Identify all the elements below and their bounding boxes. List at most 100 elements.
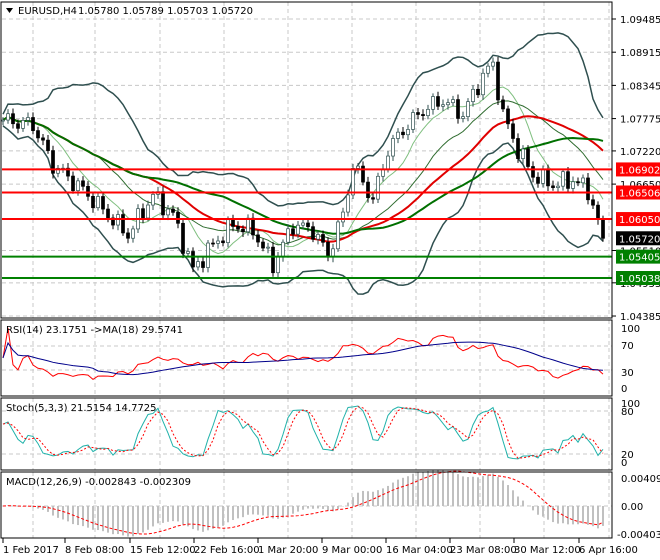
candle-body[interactable] — [236, 226, 240, 230]
candle-body[interactable] — [476, 88, 480, 96]
candle-body[interactable] — [246, 217, 250, 233]
candle-body[interactable] — [351, 168, 355, 196]
candle-body[interactable] — [596, 204, 600, 220]
candle-body[interactable] — [26, 117, 30, 121]
candle-body[interactable] — [506, 108, 510, 125]
candle-body[interactable] — [346, 194, 350, 213]
candle-body[interactable] — [91, 195, 95, 209]
candle-body[interactable] — [266, 246, 270, 249]
candle-body[interactable] — [461, 116, 465, 119]
candle-body[interactable] — [321, 234, 325, 243]
candle-body[interactable] — [531, 166, 535, 178]
candle-body[interactable] — [176, 212, 180, 224]
candle-body[interactable] — [576, 181, 580, 184]
candle-body[interactable] — [546, 168, 550, 187]
candle-body[interactable] — [106, 208, 110, 219]
candle-body[interactable] — [441, 104, 445, 107]
candle-body[interactable] — [426, 108, 430, 117]
candle-body[interactable] — [261, 241, 265, 249]
candle-body[interactable] — [161, 191, 165, 216]
candle-body[interactable] — [291, 228, 295, 235]
candle-body[interactable] — [366, 181, 370, 199]
candle-body[interactable] — [436, 96, 440, 107]
candle-body[interactable] — [171, 208, 175, 213]
candle-body[interactable] — [431, 96, 435, 110]
candle-body[interactable] — [6, 113, 10, 121]
candle-body[interactable] — [326, 241, 330, 258]
candle-body[interactable] — [421, 114, 425, 117]
candle-body[interactable] — [301, 222, 305, 226]
candle-body[interactable] — [181, 222, 185, 254]
candle-body[interactable] — [411, 112, 415, 130]
candle-body[interactable] — [511, 123, 515, 139]
candle-body[interactable] — [446, 102, 450, 106]
candle-body[interactable] — [86, 185, 90, 197]
candle-body[interactable] — [211, 242, 215, 245]
candle-body[interactable] — [521, 148, 525, 159]
candle-body[interactable] — [451, 99, 455, 104]
candle-body[interactable] — [286, 228, 290, 243]
candle-body[interactable] — [216, 240, 220, 244]
candle-body[interactable] — [396, 131, 400, 139]
candle-body[interactable] — [556, 185, 560, 188]
candle-body[interactable] — [466, 101, 470, 117]
candle-body[interactable] — [566, 171, 570, 189]
candle-body[interactable] — [186, 251, 190, 254]
candle-body[interactable] — [221, 240, 225, 244]
candle-body[interactable] — [251, 217, 255, 236]
candle-body[interactable] — [356, 165, 360, 169]
candle-body[interactable] — [311, 226, 315, 240]
candle-body[interactable] — [101, 196, 105, 210]
candle-body[interactable] — [581, 177, 585, 184]
candle-body[interactable] — [71, 175, 75, 191]
candle-body[interactable] — [371, 197, 375, 200]
candle-body[interactable] — [401, 131, 405, 136]
candle-body[interactable] — [141, 208, 145, 219]
candle-body[interactable] — [316, 234, 320, 240]
candle-body[interactable] — [386, 155, 390, 170]
candle-body[interactable] — [36, 130, 40, 139]
candle-body[interactable] — [526, 148, 530, 167]
candle-body[interactable] — [256, 234, 260, 243]
candle-body[interactable] — [551, 185, 555, 188]
candle-body[interactable] — [306, 222, 310, 228]
candle-body[interactable] — [151, 194, 155, 206]
candle-body[interactable] — [76, 180, 80, 191]
candle-body[interactable] — [166, 208, 170, 216]
candle-body[interactable] — [376, 175, 380, 200]
candle-body[interactable] — [11, 113, 15, 125]
candle-body[interactable] — [601, 219, 605, 239]
candle-body[interactable] — [1, 119, 5, 122]
candle-body[interactable] — [471, 88, 475, 103]
candle-body[interactable] — [21, 120, 25, 129]
candle-body[interactable] — [41, 137, 45, 141]
candle-body[interactable] — [231, 219, 235, 227]
candle-body[interactable] — [516, 138, 520, 159]
candle-body[interactable] — [276, 256, 280, 274]
candle-body[interactable] — [81, 180, 85, 187]
candle-body[interactable] — [496, 61, 500, 101]
chart-window[interactable]: 1.094851.089151.083451.077751.072201.066… — [0, 0, 660, 560]
candle-body[interactable] — [456, 99, 460, 119]
candle-body[interactable] — [391, 138, 395, 157]
candle-body[interactable] — [296, 224, 300, 235]
candle-body[interactable] — [226, 219, 230, 244]
candle-body[interactable] — [416, 112, 420, 115]
candle-body[interactable] — [241, 228, 245, 233]
candle-body[interactable] — [501, 99, 505, 110]
candle-body[interactable] — [201, 261, 205, 268]
candle-body[interactable] — [126, 232, 130, 239]
candle-body[interactable] — [341, 211, 345, 223]
candle-body[interactable] — [281, 241, 285, 258]
candle-body[interactable] — [491, 61, 495, 67]
main-price-panel[interactable] — [1, 32, 613, 295]
candle-body[interactable] — [96, 196, 100, 209]
candle-body[interactable] — [406, 129, 410, 136]
candle-body[interactable] — [121, 214, 125, 234]
collapse-triangle-icon[interactable] — [6, 8, 13, 13]
candle-body[interactable] — [146, 204, 150, 219]
candle-body[interactable] — [336, 221, 340, 250]
candle-body[interactable] — [481, 72, 485, 96]
candle-body[interactable] — [131, 228, 135, 239]
candle-body[interactable] — [486, 65, 490, 74]
